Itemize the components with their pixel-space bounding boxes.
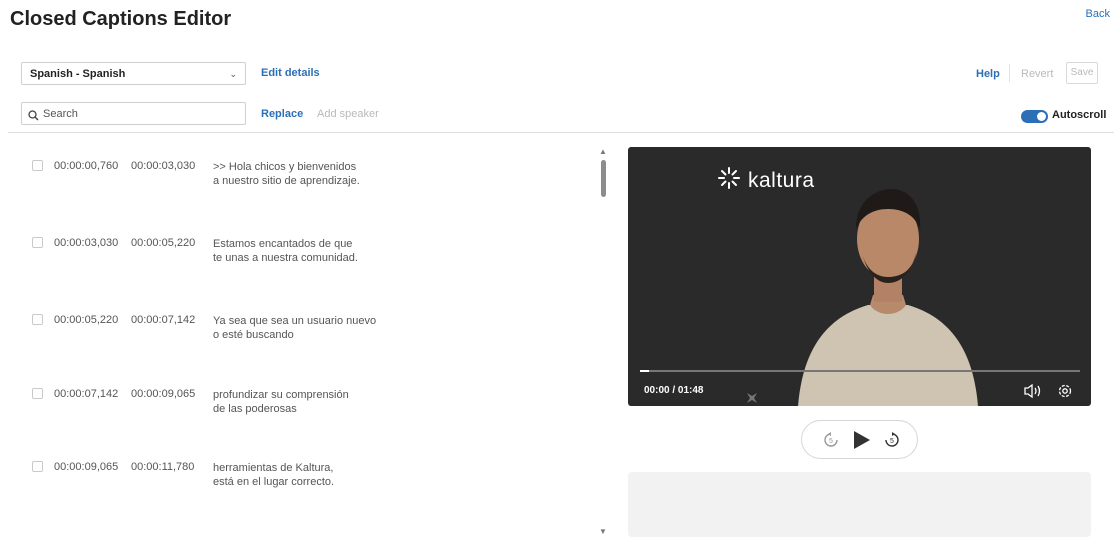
video-time: 00:00 / 01:48: [644, 385, 704, 396]
rewind-5-icon[interactable]: 5: [822, 431, 840, 454]
toolbar-separator: [1009, 64, 1010, 82]
caption-text[interactable]: >> Hola chicos y bienvenidos a nuestro s…: [213, 160, 360, 188]
caption-row[interactable]: 00:00:05,220 00:00:07,142 Ya sea que sea…: [0, 287, 595, 341]
page-title: Closed Captions Editor: [10, 8, 232, 30]
caption-text[interactable]: herramientas de Kaltura, está en el luga…: [213, 461, 334, 489]
caption-end-time[interactable]: 00:00:05,220: [131, 237, 195, 249]
caption-end-time[interactable]: 00:00:03,030: [131, 160, 195, 172]
search-icon: [28, 108, 39, 126]
caption-line-2: te unas a nuestra comunidad.: [213, 252, 358, 264]
caption-line-1: >> Hola chicos y bienvenidos: [213, 161, 357, 173]
scrollbar-up-arrow[interactable]: ▲: [599, 147, 607, 156]
info-panel: [628, 472, 1091, 537]
caption-start-time[interactable]: 00:00:05,220: [54, 314, 118, 326]
language-select-value: Spanish - Spanish: [30, 68, 126, 80]
search-input[interactable]: [41, 105, 241, 122]
caption-line-2: o esté buscando: [213, 329, 294, 341]
caption-line-1: Ya sea que sea un usuario nuevo: [213, 315, 377, 327]
scrollbar-down-arrow[interactable]: ▼: [599, 527, 607, 536]
caption-checkbox[interactable]: [32, 237, 43, 248]
caption-line-2: a nuestro sitio de aprendizaje.: [213, 175, 360, 187]
caption-checkbox[interactable]: [32, 314, 43, 325]
save-button[interactable]: Save: [1066, 62, 1098, 84]
caption-list: 00:00:00,760 00:00:03,030 >> Hola chicos…: [0, 133, 600, 537]
back-link[interactable]: Back: [1086, 8, 1110, 20]
caption-line-1: profundizar su comprensión: [213, 389, 349, 401]
caption-start-time[interactable]: 00:00:07,142: [54, 388, 118, 400]
scrollbar-thumb[interactable]: [601, 160, 606, 197]
caption-start-time[interactable]: 00:00:09,065: [54, 461, 118, 473]
caption-checkbox[interactable]: [32, 461, 43, 472]
caption-checkbox[interactable]: [32, 388, 43, 399]
kaltura-logo-icon: [718, 167, 740, 194]
caption-end-time[interactable]: 00:00:07,142: [131, 314, 195, 326]
watermark-icon: [746, 391, 758, 406]
help-link[interactable]: Help: [976, 68, 1000, 80]
rewind-seconds-label: 5: [829, 438, 833, 445]
search-box[interactable]: [21, 102, 246, 125]
language-select[interactable]: Spanish - Spanish ⌄: [21, 62, 246, 85]
caption-line-1: herramientas de Kaltura,: [213, 462, 334, 474]
edit-details-link[interactable]: Edit details: [261, 67, 320, 79]
volume-icon[interactable]: [1023, 383, 1045, 404]
gear-icon[interactable]: [1056, 382, 1074, 405]
caption-end-time[interactable]: 00:00:09,065: [131, 388, 195, 400]
forward-5-icon[interactable]: 5: [883, 431, 901, 454]
autoscroll-label: Autoscroll: [1052, 109, 1107, 121]
caption-row[interactable]: 00:00:07,142 00:00:09,065 profundizar su…: [0, 361, 595, 415]
caption-row[interactable]: 00:00:03,030 00:00:05,220 Estamos encant…: [0, 210, 595, 264]
caption-row[interactable]: 00:00:09,065 00:00:11,780 herramientas d…: [0, 434, 595, 488]
playback-controls: 5 5: [801, 420, 918, 459]
caption-text[interactable]: Ya sea que sea un usuario nuevo o esté b…: [213, 314, 376, 342]
play-icon[interactable]: [851, 430, 871, 455]
toggle-knob: [1037, 112, 1046, 121]
caption-start-time[interactable]: 00:00:00,760: [54, 160, 118, 172]
caption-end-time[interactable]: 00:00:11,780: [131, 461, 194, 473]
video-player[interactable]: kaltura 00:00 / 01:48: [628, 147, 1091, 406]
caption-text[interactable]: Estamos encantados de que te unas a nues…: [213, 237, 358, 265]
revert-button[interactable]: Revert: [1021, 68, 1053, 80]
caption-line-2: de las poderosas: [213, 403, 297, 415]
video-progress-fill: [640, 370, 649, 372]
caption-line-1: Estamos encantados de que: [213, 238, 353, 250]
forward-seconds-label: 5: [890, 438, 894, 445]
video-progress-bar[interactable]: [640, 370, 1080, 372]
add-speaker-link[interactable]: Add speaker: [317, 108, 379, 120]
caption-line-2: está en el lugar correcto.: [213, 476, 335, 488]
chevron-down-icon: ⌄: [229, 69, 237, 79]
caption-row[interactable]: 00:00:00,760 00:00:03,030 >> Hola chicos…: [0, 133, 595, 187]
replace-link[interactable]: Replace: [261, 108, 303, 120]
caption-checkbox[interactable]: [32, 160, 43, 171]
caption-text[interactable]: profundizar su comprensión de las podero…: [213, 388, 349, 416]
caption-start-time[interactable]: 00:00:03,030: [54, 237, 118, 249]
autoscroll-toggle[interactable]: [1021, 110, 1048, 123]
